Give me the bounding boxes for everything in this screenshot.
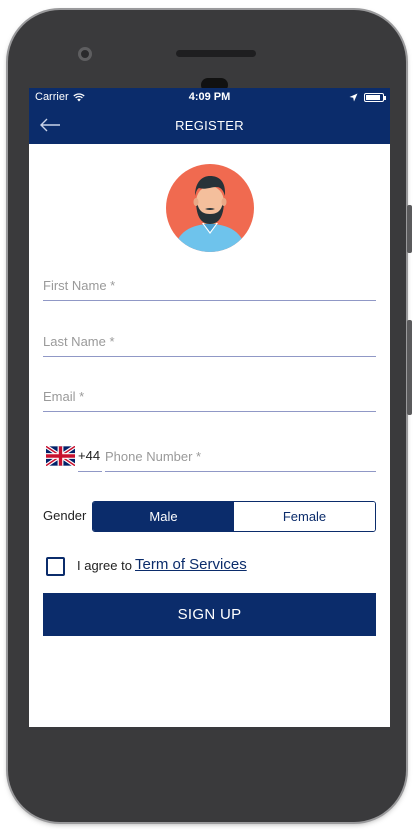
terms-link[interactable]: Term of Services (135, 556, 247, 573)
wifi-icon (72, 92, 85, 101)
terms-checkbox[interactable] (46, 557, 65, 576)
last-name-field[interactable] (43, 327, 376, 357)
gender-option-male[interactable]: Male (93, 502, 234, 531)
status-bar: Carrier 4:09 PM (29, 88, 390, 106)
location-arrow-icon (349, 93, 358, 101)
nav-bar: REGISTER (29, 106, 390, 144)
app-screen: Carrier 4:09 PM REGISTER First Name * La… (29, 88, 390, 727)
earpiece-speaker (176, 50, 256, 57)
front-camera (78, 47, 92, 61)
first-name-field[interactable] (43, 271, 376, 301)
status-time: 4:09 PM (188, 91, 231, 103)
sign-up-button[interactable]: SIGN UP (43, 593, 376, 636)
email-field[interactable] (43, 382, 376, 412)
volume-button (407, 320, 412, 415)
first-name-input[interactable] (43, 271, 376, 300)
email-input[interactable] (43, 382, 376, 411)
battery-icon (364, 92, 386, 102)
arrow-left-icon (40, 118, 60, 132)
gender-selector: Male Female (92, 501, 376, 532)
phone-number-field[interactable] (105, 442, 376, 472)
carrier-label: Carrier (35, 91, 69, 103)
gender-option-female[interactable]: Female (234, 502, 375, 531)
back-button[interactable] (37, 114, 63, 136)
page-title: REGISTER (175, 117, 244, 133)
user-avatar-icon[interactable] (166, 164, 254, 252)
power-button (407, 205, 412, 253)
gender-label: Gender (43, 508, 87, 523)
battery-level (366, 94, 380, 100)
phone-number-input[interactable] (105, 442, 376, 471)
agree-label: I agree to (77, 558, 132, 573)
last-name-input[interactable] (43, 327, 376, 356)
phone-row: +44 (43, 440, 376, 474)
uk-flag-icon[interactable] (46, 446, 75, 466)
country-code[interactable]: +44 (78, 446, 102, 472)
